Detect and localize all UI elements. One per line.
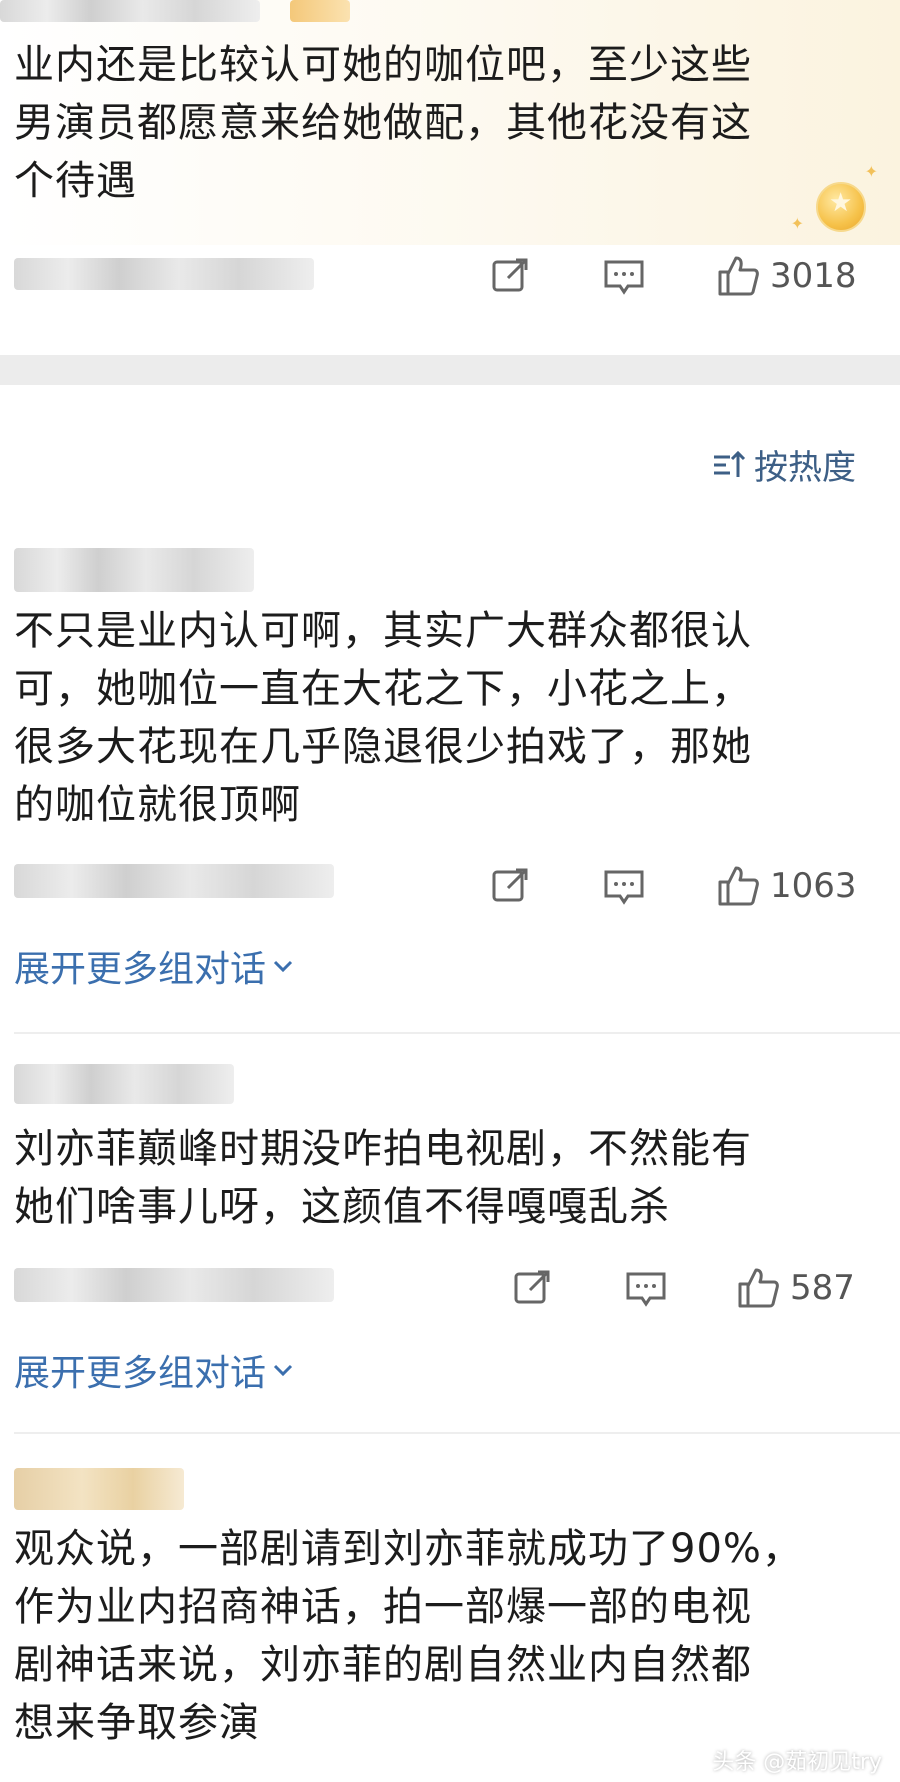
comment-actions: 1063 [0, 860, 900, 910]
like-count: 587 [790, 1268, 855, 1308]
comment-button[interactable] [624, 1266, 668, 1310]
expand-conversation-link[interactable]: 展开更多组对话 [14, 940, 296, 992]
repost-button[interactable] [488, 254, 532, 298]
username-blurred [0, 0, 260, 22]
username-blurred [14, 1468, 184, 1510]
comment-actions: 3018 [0, 250, 900, 300]
user-badge-blurred [290, 0, 350, 22]
comment-icon [604, 870, 644, 905]
expand-label: 展开更多组对话 [14, 1353, 267, 1394]
comment-actions: 587 [0, 1262, 900, 1312]
comment-text: 刘亦菲巅峰时期没咋拍电视剧，不然能有 她们啥事儿呀，这颜值不得嘎嘎乱杀 [14, 1126, 752, 1230]
repost-icon [492, 868, 528, 902]
comment-icon [626, 1272, 666, 1307]
sort-icon [714, 450, 746, 477]
sort-by-hot-button[interactable]: 按热度 [710, 440, 856, 489]
source-watermark: 头条 @茹初见try [712, 1750, 882, 1775]
repost-icon [492, 258, 528, 292]
like-button[interactable]: 587 [736, 1266, 855, 1310]
comment-divider [14, 1032, 900, 1034]
like-count: 3018 [770, 256, 857, 296]
like-button[interactable]: 3018 [716, 254, 857, 298]
comment-text: 不只是业内认可啊，其实广大群众都很认 可，她咖位一直在大花之下，小花之上， 很多… [14, 608, 752, 828]
expand-conversation-link[interactable]: 展开更多组对话 [14, 1344, 296, 1396]
sparkle-icon: ✦ [790, 214, 804, 233]
comment-divider [14, 1432, 900, 1434]
hot-comment-badge-icon [816, 182, 866, 232]
comment-text: 观众说，一部剧请到刘亦菲就成功了90%， 作为业内招商神话，拍一部爆一部的电视 … [14, 1526, 803, 1746]
thumbs-up-icon [718, 256, 759, 296]
expand-label: 展开更多组对话 [14, 949, 267, 990]
like-count: 1063 [770, 866, 857, 906]
username-blurred [14, 1064, 234, 1104]
comment-button[interactable] [602, 864, 646, 908]
comment-icon [604, 260, 644, 295]
repost-button[interactable] [488, 864, 532, 908]
sort-label: 按热度 [754, 448, 856, 488]
repost-button[interactable] [510, 1266, 554, 1310]
chevron-down-icon [273, 960, 293, 973]
comment-text: 业内还是比较认可她的咖位吧，至少这些 男演员都愿意来给她做配，其他花没有这 个待… [14, 42, 752, 204]
thumbs-up-icon [718, 866, 759, 906]
thumbs-up-icon [738, 1268, 779, 1308]
sparkle-icon: ✦ [864, 162, 878, 181]
like-button[interactable]: 1063 [716, 864, 857, 908]
comment-button[interactable] [602, 254, 646, 298]
repost-icon [514, 1270, 550, 1304]
section-divider [0, 355, 900, 385]
username-blurred [14, 548, 254, 592]
chevron-down-icon [273, 1364, 293, 1377]
